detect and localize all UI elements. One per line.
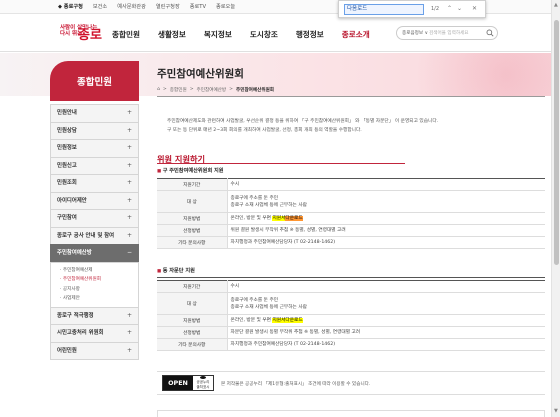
application-download-link[interactable]: 지원서다운로드 (272, 216, 303, 221)
breadcrumb-item[interactable]: 주민참여예산방 (197, 87, 227, 93)
divider (157, 163, 405, 164)
lnb-item[interactable]: 종로구 공사 안내 및 참여 + (50, 226, 139, 244)
top-link[interactable]: ◆ 종로구청 (58, 3, 83, 10)
advisory-table: 지원기간 수시 대 상 종로구에 주소를 둔 주민 종로구 소재 사업체 등에 근… (157, 280, 545, 351)
lnb-item[interactable]: 민원상담 + (50, 121, 139, 139)
left-nav: 민원안내 + 민원상담 + 민원정보 + 민원신고 + 민원조회 + 아이디어제안 + 구민… (50, 104, 139, 360)
lnb-sub-item-current[interactable]: · 주민참여예산위원회 (60, 275, 138, 285)
lnb-item[interactable]: 아이디어제안 + (50, 191, 139, 209)
search-input[interactable]: 검색어을 입력하세요 (429, 30, 469, 36)
committee-table: 지원기간 수시 대 상 종로구에 주소를 둔 주민 종로구 소재 사업체 등에 근… (157, 178, 545, 249)
table-row: 대 상 종로구에 주소를 둔 주민 종로구 소재 사업체 등에 근무하는 사람 (157, 292, 545, 315)
plus-icon: + (126, 214, 132, 221)
kogl-license: OPEN 공공누리 출처표시 본 저작물은 공공누리 「제1유형:출처표시」 조… (157, 371, 545, 395)
breadcrumb-current: 주민참여예산위원회 (236, 88, 275, 93)
plus-icon: + (126, 196, 132, 204)
lnb-item[interactable]: 시민고충처리 위원회 + (50, 324, 139, 342)
top-links: ◆ 종로구청 보건소 예사문화관광 열린구청장 종로TV 종로오늘 (58, 3, 235, 10)
lnb-item[interactable]: 민원정보 + (50, 139, 139, 157)
lnb-submenu: · 주민참여예산제 · 주민참여예산위원회 · 공지사항 · 사업제안 (50, 261, 139, 307)
satisfaction-box (157, 410, 545, 417)
gnb-item[interactable]: 도시창조 (250, 29, 278, 40)
plus-icon: + (126, 311, 132, 319)
scroll-down-icon[interactable]: ▼ (554, 408, 558, 414)
gnb-item[interactable]: 생활정보 (158, 29, 186, 40)
find-prev-icon[interactable]: ⌃ (447, 5, 452, 12)
person-icon (200, 376, 206, 379)
plus-icon: + (126, 329, 132, 336)
table-row: 지원방법 온라인, 방문 및 우편 지원서다운로드 (157, 212, 545, 225)
top-link[interactable]: 예사문화관광 (117, 3, 146, 10)
table-row: 기타 문의사항 자치행정과 주민참여예산담당자 (T 02-2148-1462) (157, 338, 545, 351)
kogl-text: 본 저작물은 공공누리 「제1유형:출처표시」 조건에 따라 이용할 수 있습니… (221, 382, 371, 387)
plus-icon: + (126, 346, 132, 354)
plus-icon: + (126, 161, 132, 169)
lnb-item[interactable]: 구민참여 + (50, 209, 139, 227)
find-input[interactable]: 다음로드 (344, 4, 424, 15)
gnb-item[interactable]: 복지정보 (204, 29, 232, 40)
table-row: 대 상 종로구에 주소를 둔 주민 종로구 소재 사업체 등에 근무하는 사람 (157, 190, 545, 213)
breadcrumb-item[interactable]: 종합민원 (170, 87, 187, 93)
page-title: 주민참여예산위원회 (157, 68, 244, 80)
advisory-heading: 동 자문단 지원 (157, 267, 195, 274)
application-download-link[interactable]: 지원서다운로드 (272, 318, 303, 323)
site-search[interactable]: 종로음정보 ∨ 검색어을 입력하세요 (396, 26, 498, 40)
lnb-sub-item[interactable]: · 공지사항 (60, 285, 138, 295)
lnb-item-active[interactable]: 주민참여예산방 − (50, 244, 139, 262)
plus-icon: + (126, 179, 132, 186)
find-in-page-bar: 다음로드 1/2 ⌃ ⌄ ✕ (338, 0, 486, 18)
home-icon[interactable]: ⌂ (157, 87, 160, 93)
divider (157, 277, 545, 278)
lnb-item[interactable]: 민원조회 + (50, 174, 139, 192)
find-close-icon[interactable]: ✕ (472, 5, 477, 12)
plus-icon: + (126, 109, 132, 116)
find-current-match: 다운로드 (285, 216, 303, 221)
lnb-item[interactable]: 종로구 적극행정 + (50, 306, 139, 324)
lnb-item[interactable]: 민원신고 + (50, 156, 139, 174)
divider (157, 96, 545, 97)
plus-icon: + (126, 126, 132, 134)
plus-icon: + (126, 144, 132, 151)
logo-name: 종로 (78, 28, 102, 43)
find-match-count: 1/2 (431, 6, 440, 12)
kogl-badge[interactable]: OPEN 공공누리 출처표시 (162, 375, 214, 391)
scroll-thumb[interactable] (554, 20, 559, 265)
page-scrollbar[interactable]: ▲ ▼ (551, 0, 560, 417)
top-link[interactable]: 종로TV (190, 3, 206, 10)
plus-icon: + (126, 231, 132, 239)
site-header: 사람이 살맛나는 다시 뛰는 종로 종합민원 생활정보 복지정보 도시창조 행정… (0, 14, 560, 52)
banner-decoration (380, 53, 560, 96)
table-row: 기타 문의사항 자치행정과 주민참여예산담당자 (T 02-2148-1462) (157, 236, 545, 249)
search-icon[interactable] (486, 29, 494, 37)
lnb-sub-item[interactable]: · 사업제안 (60, 294, 138, 304)
jongno-logo[interactable]: 사람이 살맛나는 다시 뛰는 종로 (60, 24, 102, 44)
top-link[interactable]: 보건소 (93, 3, 107, 10)
gnb-item[interactable]: 종합민원 (112, 29, 140, 40)
table-row: 지원기간 수시 (157, 178, 545, 191)
intro-text: 주민참여예산제도와 관련하여 사업발굴, 우선순위 결정 등을 위하여 「구 주… (167, 119, 439, 133)
breadcrumb: ⌂ > 종합민원 > 주민참여예산방 > 주민참여예산위원회 (157, 87, 275, 93)
global-nav: 종합민원 생활정보 복지정보 도시창조 행정정보 종로소개 (112, 29, 388, 40)
table-row: 지원방법 온라인, 방문 및 우편 지원서다운로드 (157, 314, 545, 327)
find-next-icon[interactable]: ⌄ (457, 5, 462, 12)
minus-icon: − (126, 249, 132, 256)
lnb-title: 종합민원 (50, 61, 139, 101)
top-link[interactable]: 열린구청장 (156, 3, 180, 10)
lnb-item[interactable]: 어린민원 + (50, 341, 139, 359)
lnb-sub-item[interactable]: · 주민참여예산제 (60, 266, 138, 276)
scroll-up-icon[interactable]: ▲ (554, 2, 558, 8)
gnb-item[interactable]: 행정정보 (296, 29, 324, 40)
lnb-item[interactable]: 민원안내 + (50, 104, 139, 122)
committee-heading: 구 주민참여예산위원회 지원 (157, 167, 224, 174)
table-row: 선정방법 위원 결원 발생시 무작위 추첨 ※ 동별, 성별, 연령대별 고려 (157, 224, 545, 237)
gnb-item-active[interactable]: 종로소개 (342, 29, 370, 40)
search-scope-select[interactable]: 종로음정보 ∨ (402, 30, 428, 36)
table-row: 지원기간 수시 (157, 280, 545, 293)
top-link[interactable]: 종로오늘 (216, 3, 235, 10)
table-row: 선정방법 자문단 결원 발생시 동별 무작위 추첨 ※ 동별, 성별, 연령대별… (157, 326, 545, 339)
